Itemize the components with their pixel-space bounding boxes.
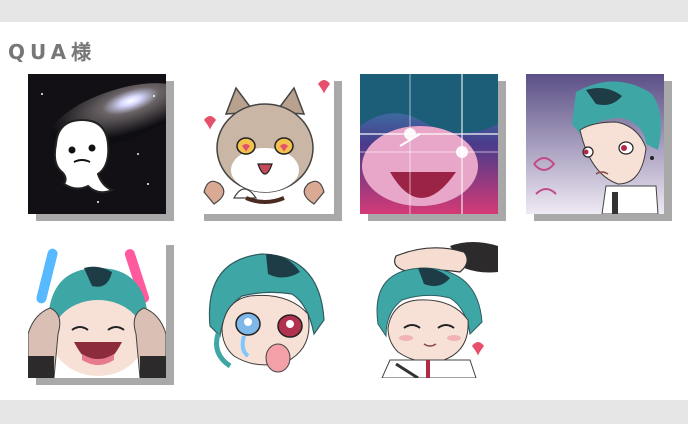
- page-title: QUA様: [8, 40, 97, 64]
- emote-crying-face[interactable]: [196, 238, 334, 378]
- emote-glitch-shocked[interactable]: [360, 74, 506, 221]
- side-glance-icon: [526, 74, 664, 214]
- emote-cat-with-hearts[interactable]: [196, 74, 342, 221]
- headpat-icon: [360, 238, 498, 378]
- emote-penlight-cheer[interactable]: [28, 238, 174, 385]
- glitch-face-icon: [360, 74, 498, 214]
- bottom-band: [0, 400, 688, 424]
- penlight-icon: [28, 238, 166, 378]
- emote-side-glance[interactable]: [526, 74, 672, 221]
- emote-sheet: QUA様: [0, 0, 688, 424]
- crying-icon: [196, 238, 334, 378]
- ghost-space-icon: [28, 74, 166, 214]
- top-band: [0, 0, 688, 22]
- emote-head-pat[interactable]: [360, 238, 498, 378]
- emote-ghost-in-space[interactable]: [28, 74, 174, 221]
- cat-icon: [196, 74, 334, 214]
